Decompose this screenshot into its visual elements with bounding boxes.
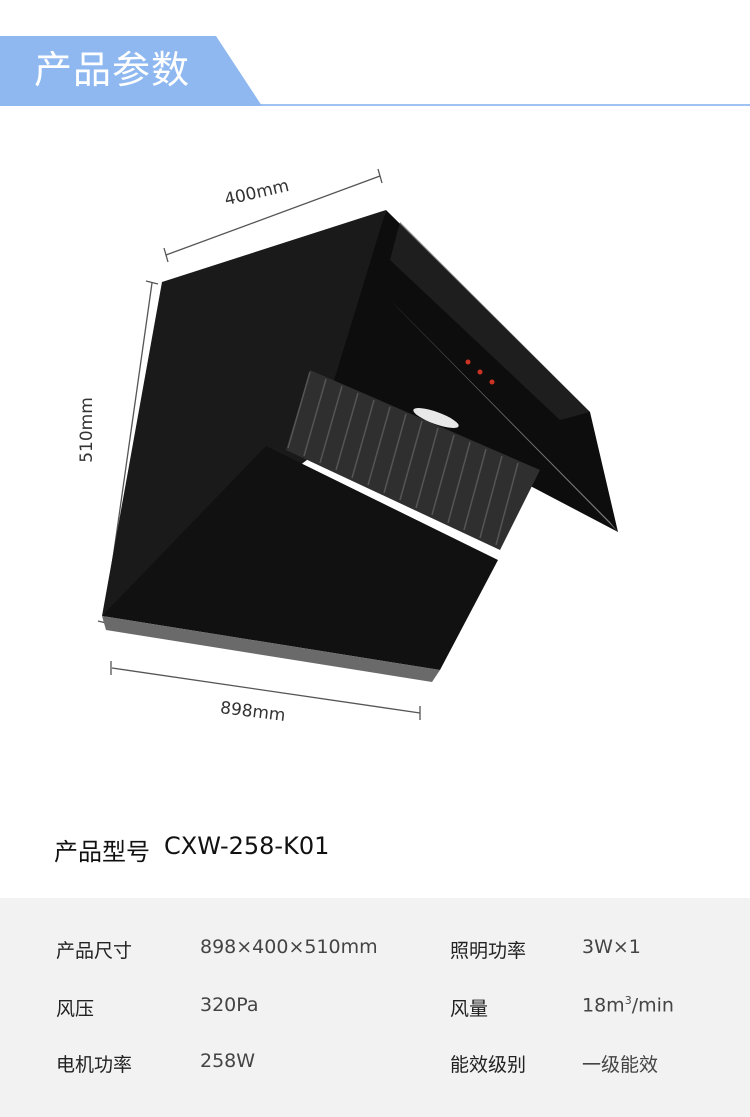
spec-label: 风压 (56, 998, 95, 1020)
spec-row: 电机功率 258W 能效级别 一级能效 (0, 1050, 750, 1090)
height-dimension-label: 510mm (76, 397, 97, 463)
airflow-exponent: 3 (624, 994, 632, 1007)
spec-label: 能效级别 (450, 1054, 527, 1076)
spec-label: 风量 (450, 998, 489, 1020)
airflow-number: 18m (582, 994, 625, 1017)
model-line: 产品型号 CXW-258-K01 (54, 832, 329, 867)
model-label: 产品型号 (54, 838, 150, 866)
spec-label: 产品尺寸 (56, 940, 133, 962)
spec-row: 风压 320Pa 风量 18m3/min (0, 994, 750, 1034)
spec-value: 18m3/min (582, 994, 674, 1016)
spec-label: 电机功率 (56, 1054, 133, 1076)
page-title: 产品参数 (34, 48, 191, 92)
spec-value: 一级能效 (582, 1054, 659, 1076)
spec-table: 产品尺寸 898×400×510mm 照明功率 3W×1 风压 320Pa 风量… (0, 898, 750, 1117)
airflow-unit: /min (631, 994, 674, 1017)
product-figure: 400mm 510mm 898mm (60, 150, 660, 750)
spec-value: 320Pa (200, 994, 259, 1016)
section-header: 产品参数 (0, 36, 750, 108)
spec-label: 照明功率 (450, 940, 527, 962)
range-hood-image (97, 168, 618, 720)
spec-value: 898×400×510mm (200, 936, 378, 958)
spec-value: 258W (200, 1050, 256, 1072)
spec-row: 产品尺寸 898×400×510mm 照明功率 3W×1 (0, 936, 750, 976)
model-value: CXW-258-K01 (164, 832, 330, 860)
spec-value: 3W×1 (582, 936, 641, 958)
